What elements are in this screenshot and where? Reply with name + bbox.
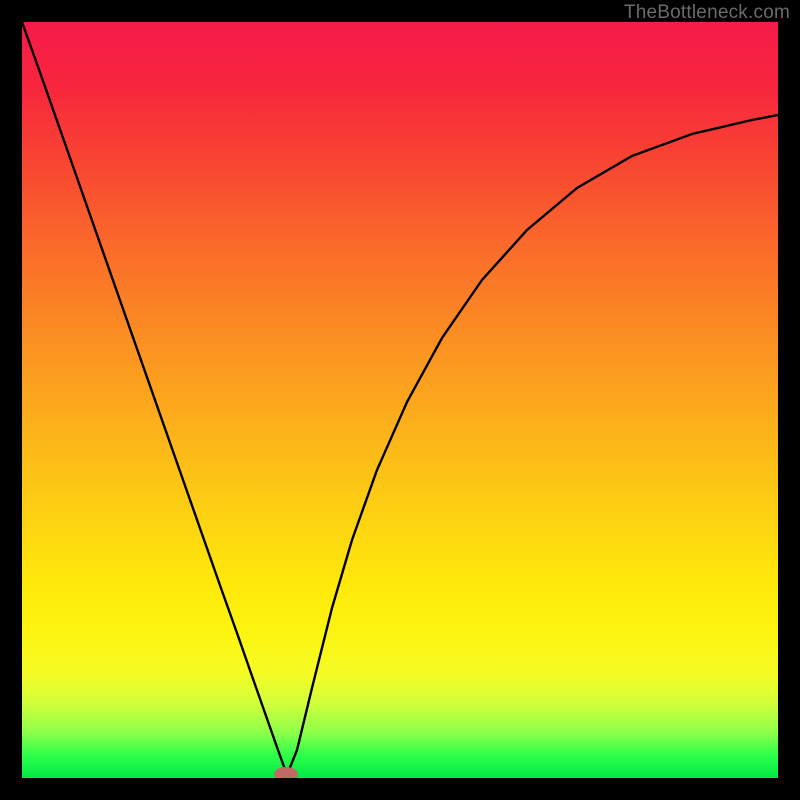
chart-frame: TheBottleneck.com [0,0,800,800]
plot-area [22,22,778,778]
watermark-text: TheBottleneck.com [624,2,790,24]
bottleneck-curve [22,22,778,775]
curve-layer [22,22,778,778]
min-marker [274,767,298,778]
